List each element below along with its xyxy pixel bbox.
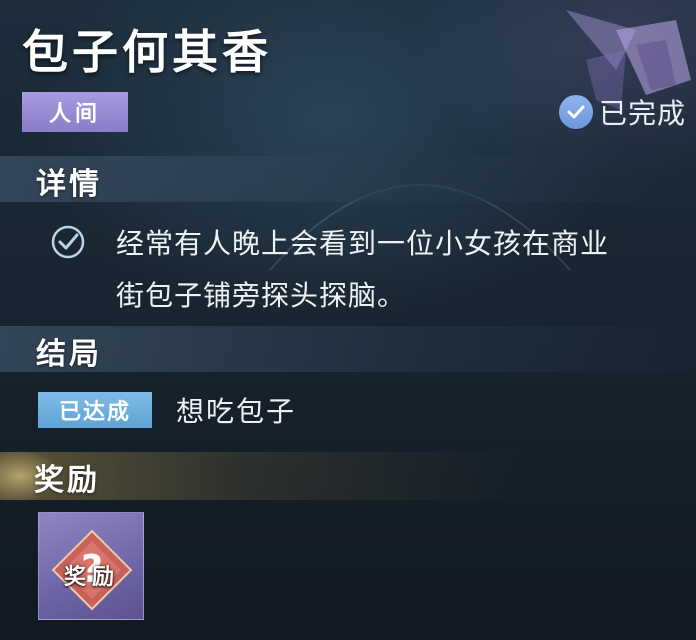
quest-type-badge: 人间 [22, 92, 128, 132]
details-line: 经常有人晚上会看到一位小女孩在商业 [116, 227, 610, 260]
details-section-bar [0, 156, 696, 202]
check-circle-icon [558, 95, 593, 129]
reward-item-label: 奖励 [63, 565, 120, 590]
completed-status-label: 已完成 [598, 97, 686, 130]
details-line: 街包子铺旁探头探脑。 [116, 279, 407, 312]
ending-section-bar [0, 326, 696, 372]
details-heading: 详情 [36, 167, 102, 202]
quest-title: 包子何其香 [22, 25, 272, 79]
check-icon [51, 225, 85, 259]
reward-section-bar [0, 452, 696, 500]
ending-achieved-badge: 已达成 [38, 392, 152, 428]
details-text: 经常有人晚上会看到一位小女孩在商业 街包子铺旁探头探脑。 [116, 218, 696, 322]
completed-status: 已完成 [558, 92, 686, 132]
ending-text: 想吃包子 [176, 395, 297, 428]
reward-item-slot[interactable]: ? 奖励 [38, 512, 144, 620]
ending-heading: 结局 [36, 337, 102, 372]
reward-heading: 奖励 [34, 463, 100, 498]
